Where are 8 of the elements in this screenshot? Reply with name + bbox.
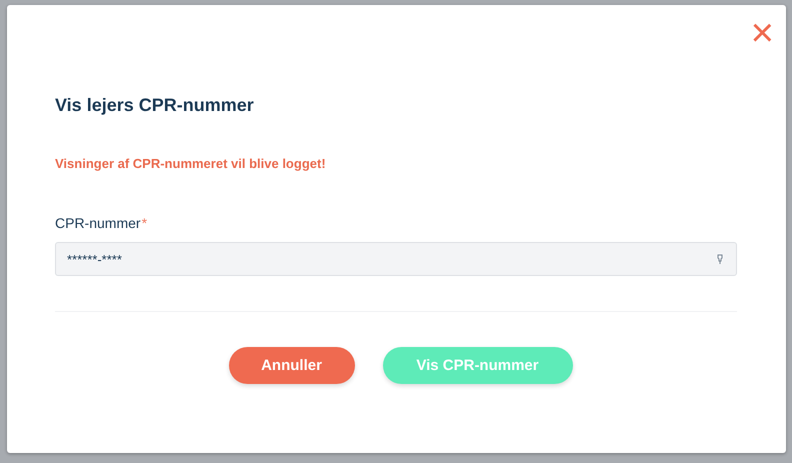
field-label: CPR-nummer xyxy=(55,215,141,232)
cpr-input-field[interactable]: ******-**** xyxy=(55,242,737,276)
warning-text: Visninger af CPR-nummeret vil blive logget! xyxy=(55,156,327,172)
required-mark: * xyxy=(142,215,148,232)
close-icon[interactable]: × xyxy=(750,19,774,47)
cancel-button[interactable]: Annuller xyxy=(228,347,354,384)
pin-icon xyxy=(717,254,723,264)
dialog-title: Vis lejers CPR-nummer xyxy=(55,94,255,116)
